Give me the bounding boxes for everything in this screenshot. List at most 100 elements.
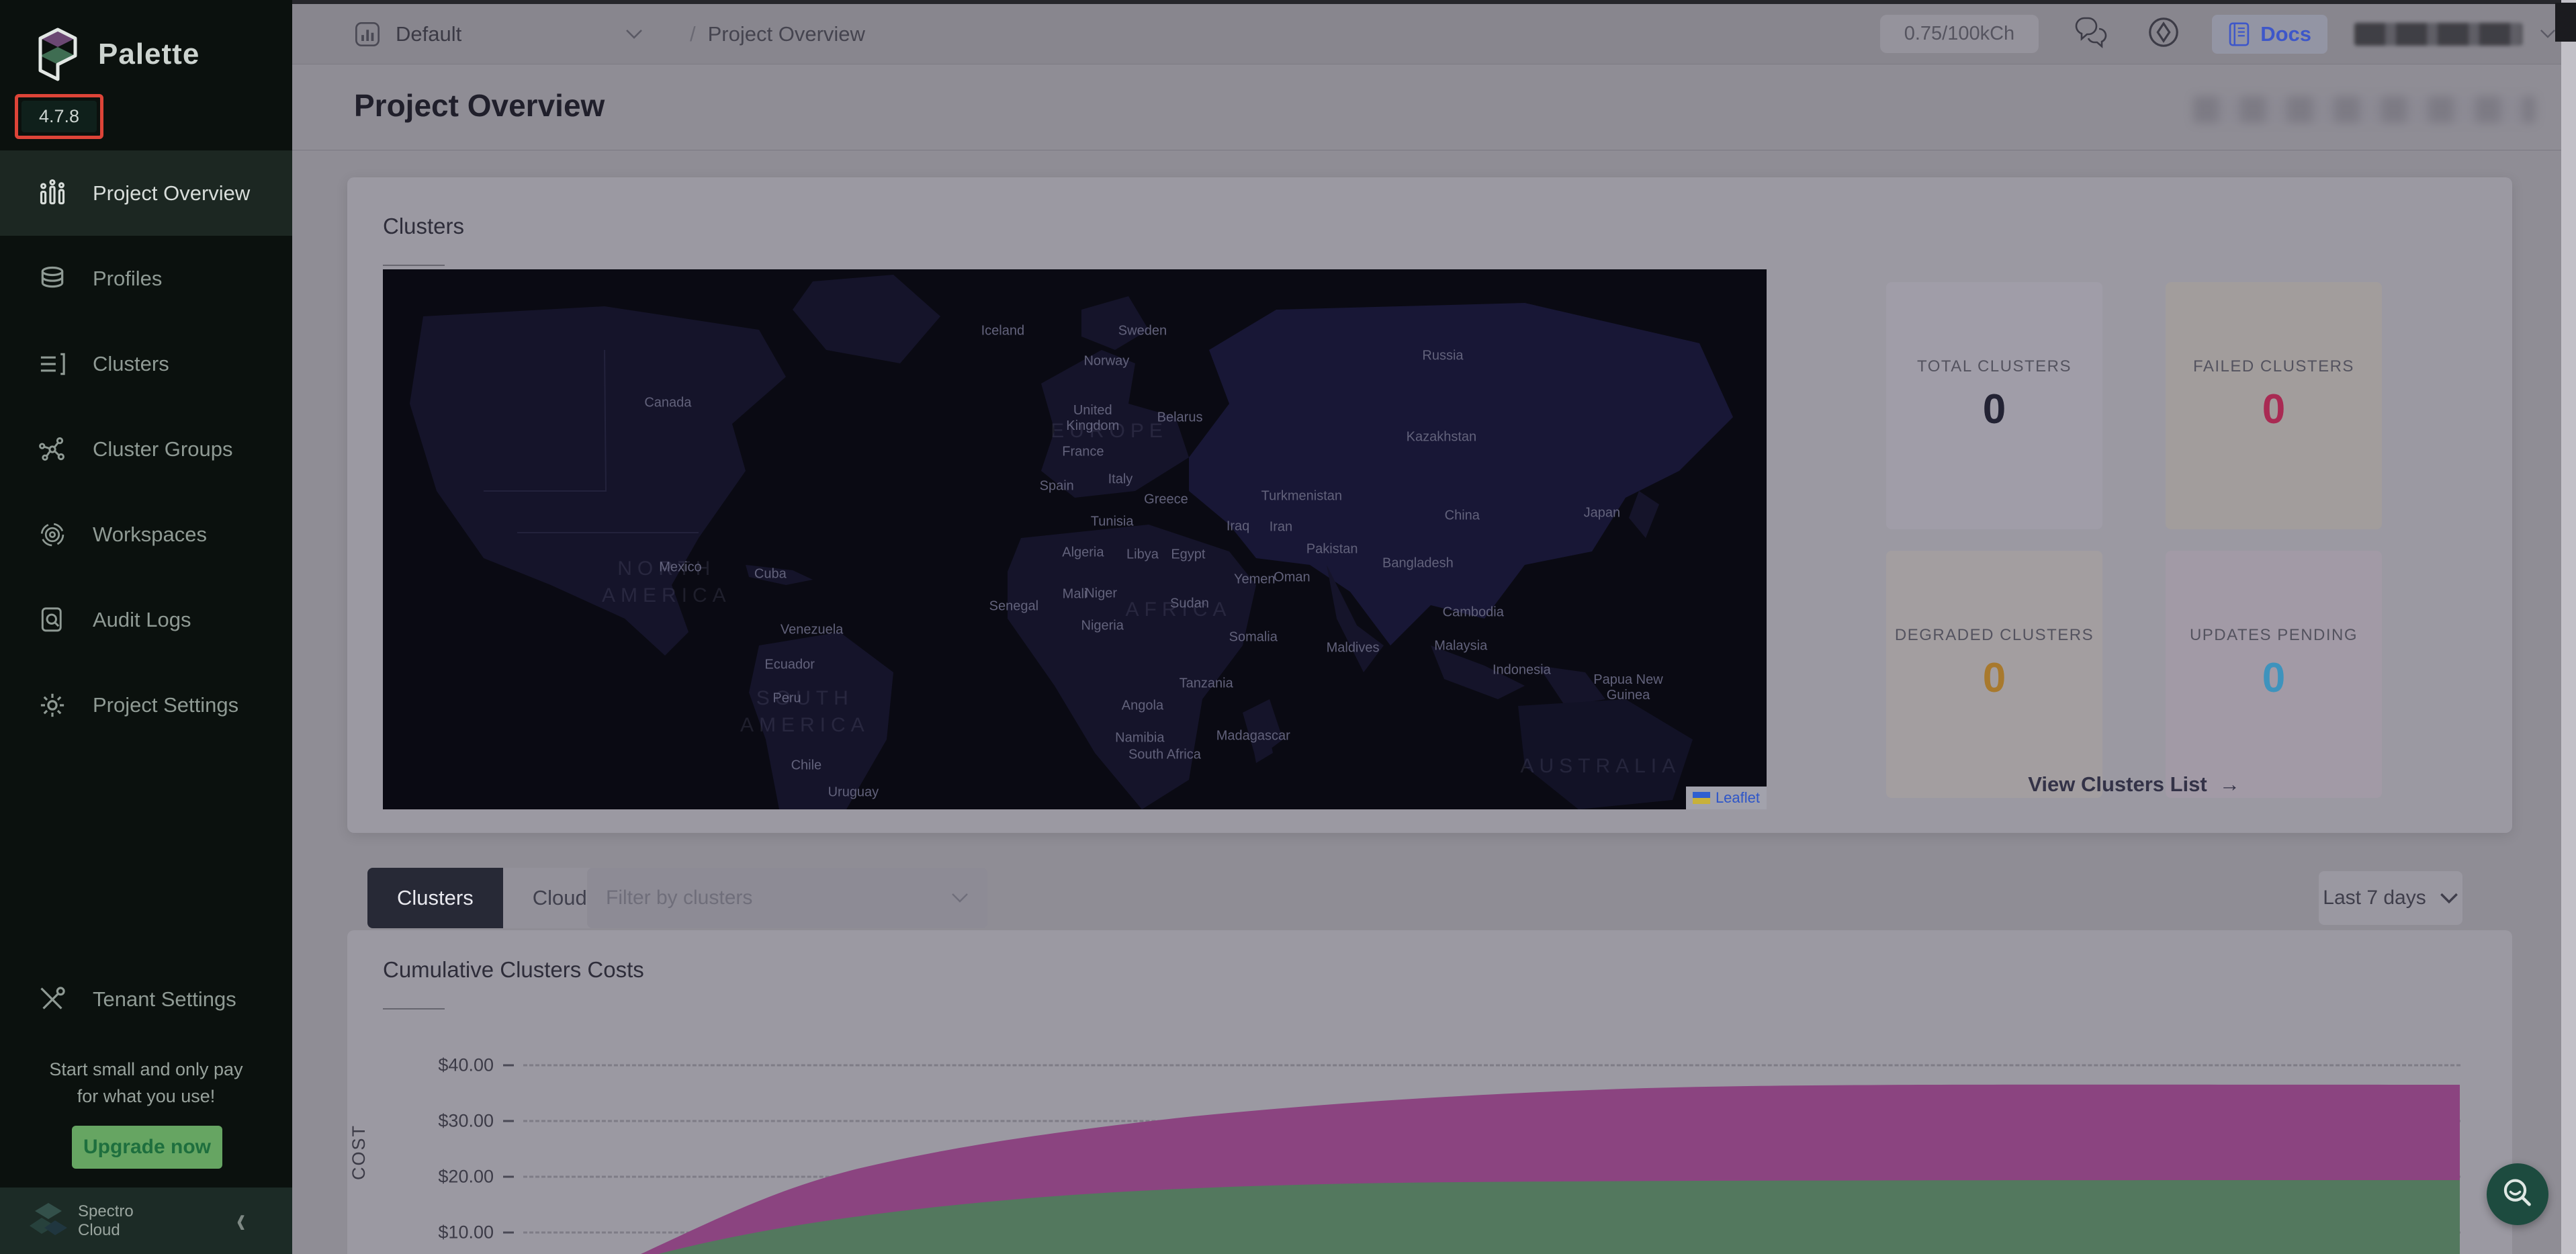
sidebar-item-label: Project Overview [93,181,250,206]
breadcrumb: / Project Overview [690,22,865,46]
chevron-down-icon [2440,893,2458,904]
sidebar-item-audit-logs[interactable]: Audit Logs [0,577,292,662]
map-label-libya: Libya [1126,547,1159,563]
map-continent-africa: AFRICA [1125,596,1231,623]
map-attribution[interactable]: Leaflet [1686,787,1767,809]
palette-logo[interactable]: Palette [32,24,261,85]
map-label-somalia: Somalia [1229,629,1278,645]
tab-clusters[interactable]: Clusters [367,868,503,928]
map-continent-australia: AUSTRALIA [1520,753,1681,780]
project-selector[interactable]: Default [354,21,643,48]
network-icon [38,435,67,464]
clusters-card-title: Clusters [383,214,464,239]
map-label-uruguay: Uruguay [828,785,879,801]
date-range-select[interactable]: Last 7 days [2319,871,2462,925]
chat-icon[interactable] [2074,15,2111,52]
sidebar-item-project-settings[interactable]: Project Settings [0,662,292,748]
map-label-canada: Canada [644,396,691,411]
layers-icon [38,264,67,294]
sidebar-footer: Spectro Cloud ‹ [0,1188,292,1254]
map-label-turkmenistan: Turkmenistan [1261,488,1342,504]
sidebar-item-label: Profiles [93,267,162,291]
spectro-cloud-logo-icon [30,1200,67,1242]
sidebar-item-label: Project Settings [93,693,238,717]
map-label-mali: Mali [1063,587,1087,602]
view-clusters-list-link[interactable]: View Clusters List→ [1946,772,2322,797]
filter-by-clusters-select[interactable]: Filter by clusters [587,868,987,928]
map-label-iran: Iran [1270,519,1292,535]
breadcrumb-current[interactable]: Project Overview [708,22,865,46]
map-label-indonesia: Indonesia [1493,662,1551,678]
palette-dashboard: Palette 4.7.8 Project Overview [0,0,2576,1254]
usage-meter: 0.75/100kCh [1880,15,2039,53]
list-icon [38,349,67,379]
topbar: Default / Project Overview 0.75/100kCh [292,4,2576,64]
map-label-algeria: Algeria [1062,545,1104,561]
sidebar-item-tenant-settings[interactable]: Tenant Settings Tenant Settings [0,956,292,1042]
chevron-down-icon[interactable] [2540,29,2556,39]
cumulative-costs-card: Cumulative Clusters Costs COST $40.00 $3… [347,930,2512,1254]
sidebar-item-label: Tenant Settings [93,987,236,1012]
search-help-fab[interactable] [2487,1163,2548,1225]
world-map[interactable]: IcelandSwedenNorwayRussiaCanadaUnited Ki… [383,269,1767,809]
concentric-circles-icon [38,520,67,549]
document-search-icon [38,605,67,635]
version-annotation-box: 4.7.8 [15,94,103,139]
stacked-area-chart [347,930,2512,1254]
map-label-iraq: Iraq [1227,519,1249,534]
map-label-japan: Japan [1584,505,1621,521]
upgrade-now-button[interactable]: Upgrade now [72,1126,222,1169]
sidebar-item-project-overview[interactable]: Project Overview [0,150,292,236]
scrollbar-track[interactable] [2561,0,2576,1254]
sidebar-item-label: Clusters [93,352,169,376]
map-label-norway: Norway [1083,354,1129,369]
app-name: Palette [98,38,199,71]
stat-degraded-clusters: DEGRADED CLUSTERS 0 [1886,551,2102,798]
stat-total-clusters: TOTAL CLUSTERS 0 [1886,282,2102,529]
map-label-chile: Chile [791,758,822,773]
map-label-venezuela: Venezuela [781,623,843,638]
stat-failed-clusters: FAILED CLUSTERS 0 [2166,282,2382,529]
map-label-china: China [1445,508,1480,524]
map-label-bangladesh: Bangladesh [1382,556,1454,572]
map-label-kazakhstan: Kazakhstan [1407,430,1477,445]
breadcrumb-separator: / [690,22,696,46]
chevron-down-icon [951,893,969,903]
clusters-card: Clusters [347,177,2512,833]
map-label-iceland: Iceland [981,323,1025,339]
map-label-tunisia: Tunisia [1091,514,1134,530]
sidebar-item-label: Audit Logs [93,608,191,632]
gear-icon [38,690,67,720]
map-label-spain: Spain [1040,479,1074,494]
map-label-cambodia: Cambodia [1443,604,1504,620]
ukraine-flag-icon [1693,792,1710,804]
analytics-bars-icon [38,179,67,208]
map-continent-south-america: SOUTH AMERICA [740,685,870,739]
chevron-down-icon [625,29,643,40]
map-label-pakistan: Pakistan [1306,542,1358,557]
map-label-papua-new-guinea: Papua New Guinea [1593,672,1662,703]
sidebar-item-clusters[interactable]: Clusters [0,321,292,406]
project-selector-value: Default [396,22,461,46]
sidebar-item-workspaces[interactable]: Workspaces [0,492,292,577]
page-title: Project Overview [354,87,605,124]
map-label-greece: Greece [1144,492,1188,507]
map-label-maldives: Maldives [1327,641,1380,656]
map-label-niger: Niger [1085,586,1117,602]
sidebar-collapse-icon[interactable]: ‹ [236,1200,245,1242]
map-label-nigeria: Nigeria [1081,618,1124,633]
docs-button[interactable]: Docs [2212,15,2327,54]
sidebar-item-label: Workspaces [93,523,207,547]
map-label-angola: Angola [1122,699,1163,714]
user-menu-redacted[interactable] [2354,23,2522,46]
title-rule [383,265,445,266]
compass-icon[interactable] [2146,15,2181,53]
sidebar-item-profiles[interactable]: Profiles [0,236,292,321]
map-label-france: France [1062,444,1104,459]
sidebar-item-cluster-groups[interactable]: Cluster Groups [0,406,292,492]
map-label-namibia: Namibia [1115,730,1164,746]
corner-redaction-block [2555,3,2576,42]
map-label-cuba: Cuba [754,567,787,582]
spectro-cloud-brand: Spectro Cloud [78,1202,134,1240]
map-label-ecuador: Ecuador [764,657,815,672]
